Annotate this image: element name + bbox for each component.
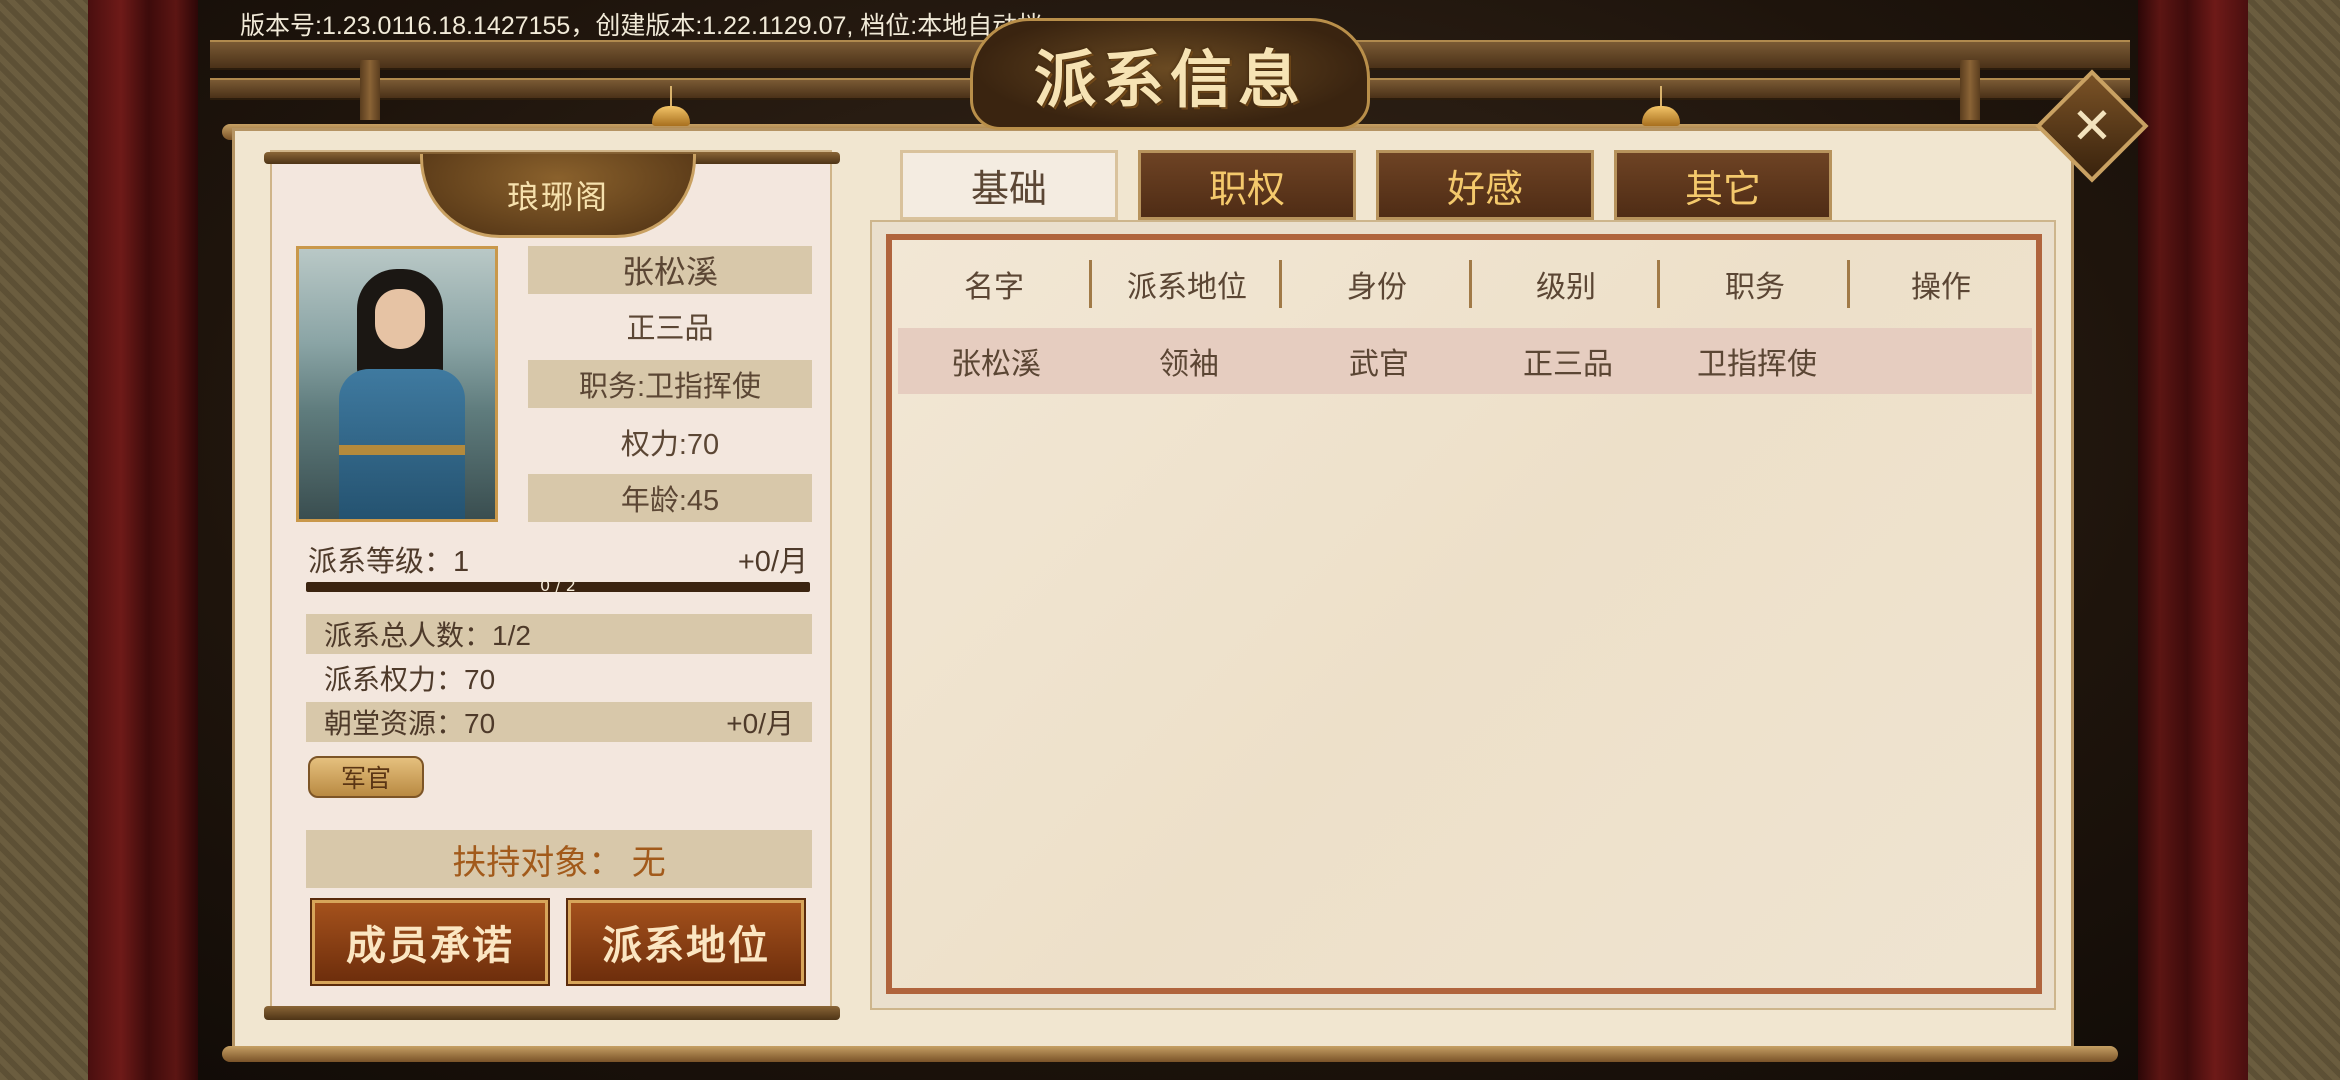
faction-power-row: 派系权力：70	[306, 658, 812, 698]
left-panel-rod-bottom	[264, 1006, 840, 1020]
curtain-right	[2138, 0, 2248, 1080]
lamp-icon	[646, 86, 696, 130]
leader-power: 权力:70	[620, 429, 720, 461]
faction-type-tag[interactable]: 军官	[308, 756, 424, 798]
tab-authority[interactable]: 职权	[1138, 150, 1356, 220]
tab-favor[interactable]: 好感	[1376, 150, 1594, 220]
wall-left	[0, 0, 88, 1080]
faction-level-progress-bar: 0 / 2	[306, 576, 810, 595]
tab-basic[interactable]: 基础	[900, 150, 1118, 220]
leader-age: 年龄:45	[528, 474, 812, 522]
total-members: 派系总人数：1/2	[324, 620, 531, 651]
cell-rank: 正三品	[1523, 348, 1613, 381]
faction-status-button[interactable]: 派系地位	[566, 898, 806, 986]
beam-pillar	[1960, 60, 1980, 120]
member-promise-button[interactable]: 成员承诺	[310, 898, 550, 986]
curtain-left	[88, 0, 198, 1080]
lamp-icon	[1636, 86, 1686, 130]
leader-post: 职务:卫指挥使	[528, 360, 812, 408]
column-header-action: 操作	[1911, 271, 1971, 304]
cell-faction-status: 领袖	[1159, 348, 1219, 381]
page-title: 派系信息	[1033, 43, 1306, 116]
faction-name: 琅琊阁	[506, 177, 609, 216]
leader-rank: 正三品	[626, 313, 714, 345]
column-header-faction-status: 派系地位	[1092, 252, 1282, 316]
close-icon: ✕	[2071, 97, 2113, 155]
table-header: 名字 派系地位 身份 级别 职务 操作	[896, 252, 2032, 316]
cell-identity: 武官	[1349, 348, 1409, 381]
progress-text: 0 / 2	[540, 576, 576, 595]
faction-level-label: 派系等级：1	[308, 546, 470, 578]
column-header-identity: 身份	[1282, 252, 1472, 316]
faction-power: 派系权力：70	[324, 664, 496, 695]
column-header-rank: 级别	[1472, 252, 1660, 316]
leader-name: 张松溪	[528, 246, 812, 294]
support-target: 扶持对象： 无	[306, 830, 812, 888]
column-header-post: 职务	[1660, 252, 1850, 316]
total-members-row: 派系总人数：1/2	[306, 614, 812, 654]
court-income: +0/月	[726, 708, 794, 739]
cell-post: 卫指挥使	[1697, 348, 1817, 381]
column-header-name: 名字	[896, 252, 1092, 316]
cell-name: 张松溪	[951, 348, 1041, 381]
leader-portrait[interactable]	[296, 246, 498, 522]
faction-name-plaque: 琅琊阁	[420, 154, 696, 238]
faction-level-row: 派系等级：1 +0/月	[308, 540, 808, 578]
cell-action[interactable]	[1852, 328, 2032, 394]
title-plaque: 派系信息	[970, 18, 1370, 130]
faction-level-income: +0/月	[737, 546, 808, 578]
scroll-rod-bottom	[222, 1046, 2118, 1062]
table-row[interactable]: 张松溪 领袖 武官 正三品 卫指挥使	[898, 328, 2032, 394]
game-screen: 版本号:1.23.0116.18.1427155，创建版本:1.22.1129.…	[0, 0, 2340, 1080]
beam-pillar	[360, 60, 380, 120]
tab-other[interactable]: 其它	[1614, 150, 1832, 220]
court-resources-row: 朝堂资源：70 +0/月	[306, 702, 812, 742]
court-resources: 朝堂资源：70	[324, 708, 496, 739]
wall-right	[2248, 0, 2340, 1080]
version-info: 版本号:1.23.0116.18.1427155，创建版本:1.22.1129.…	[240, 12, 1043, 40]
